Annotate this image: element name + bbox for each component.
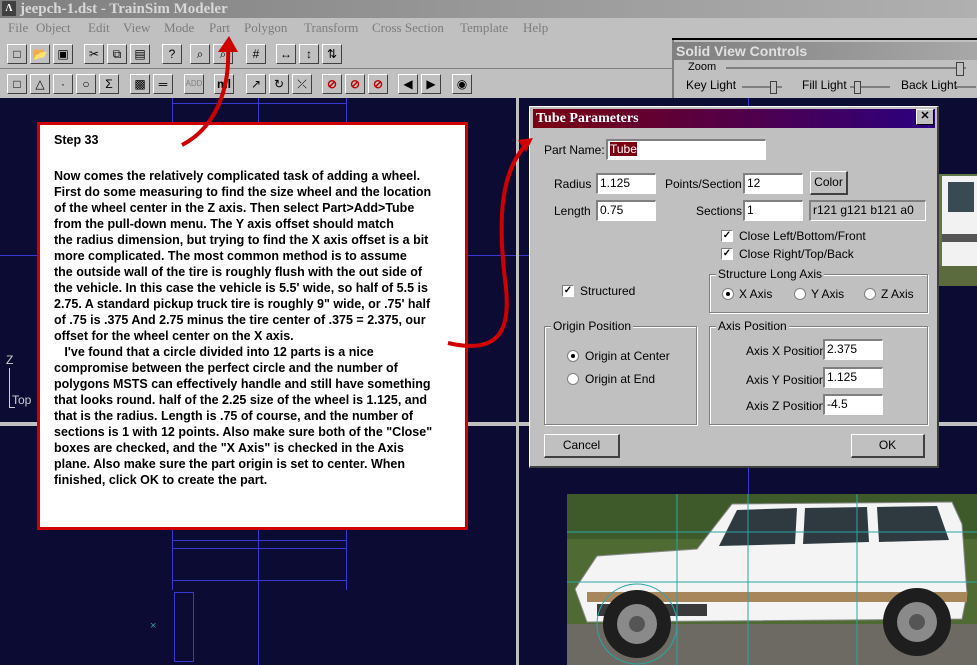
arrow-to-part-menu [181,47,231,147]
arrow-to-dialog [447,141,530,348]
annotation-arrows [181,36,533,348]
arrow-to-part-menu-head [218,36,238,52]
